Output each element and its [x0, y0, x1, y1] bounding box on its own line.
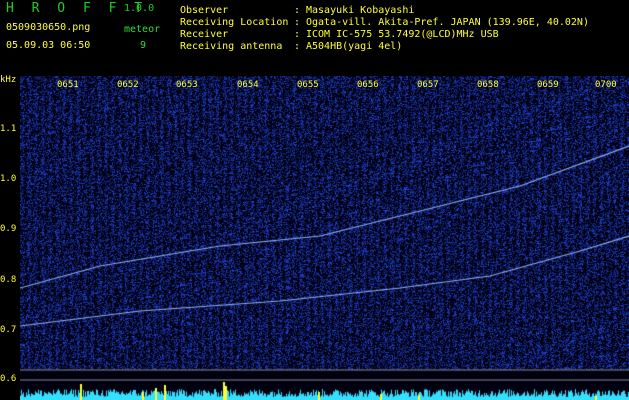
image-filename: 0509030650.png [6, 22, 91, 33]
time-tick: 0654 [237, 80, 259, 90]
time-tick: 0655 [297, 80, 319, 90]
location-label: Receiving Location [180, 17, 289, 28]
ytick-label: 0.8 [0, 275, 17, 285]
meteor-count: 9 [140, 40, 147, 51]
time-tick: 0656 [357, 80, 379, 90]
observer-label: Observer [180, 5, 229, 16]
time-tick: 0653 [176, 80, 198, 90]
ytick-label: 0.6 [0, 374, 17, 384]
header-panel: H R O F F T 1.0.0 0509030650.png meteor … [0, 0, 629, 76]
frequency-axis: kHz 1.1 1.0 0.9 0.8 0.7 0.6 [0, 75, 20, 400]
antenna-label: Receiving antenna [180, 41, 283, 52]
receiver-value: ICOM IC-575 53.7492(@LCD)MHz USB [306, 29, 499, 40]
axis-unit-label: kHz [0, 75, 17, 85]
time-tick: 0657 [417, 80, 439, 90]
spectrogram-canvas [20, 76, 629, 400]
ytick-label: 0.9 [0, 224, 17, 234]
time-tick: 0700 [595, 80, 617, 90]
ytick-label: 1.1 [0, 124, 17, 134]
time-tick: 0652 [117, 80, 139, 90]
time-tick: 0651 [57, 80, 79, 90]
observer-value: Masayuki Kobayashi [306, 5, 415, 16]
app-version: 1.0.0 [124, 3, 155, 14]
antenna-value: A504HB(yagi 4el) [306, 41, 403, 52]
time-tick: 0658 [477, 80, 499, 90]
location-value: Ogata-vill. Akita-Pref. JAPAN (139.96E, … [306, 17, 589, 28]
receiver-label: Receiver [180, 29, 229, 40]
time-tick: 0659 [537, 80, 559, 90]
capture-datetime: 05.09.03 06:50 [6, 40, 91, 51]
ytick-label: 0.7 [0, 325, 17, 335]
mode-label: meteor [124, 24, 161, 35]
ytick-label: 1.0 [0, 174, 17, 184]
